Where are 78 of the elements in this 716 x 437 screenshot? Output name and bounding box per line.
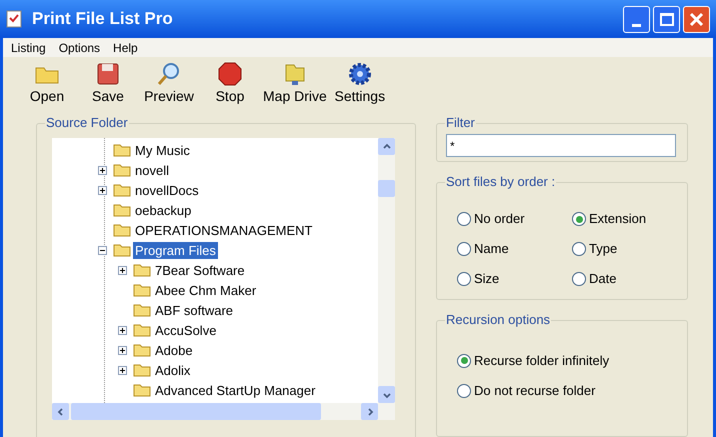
radio-label: Type [589,240,618,258]
expand-toggle[interactable] [118,266,127,274]
folder-icon [113,183,131,197]
expand-toggle[interactable] [98,166,107,174]
folder-icon [133,383,151,397]
folder-icon [133,263,151,277]
scroll-left-button[interactable] [52,403,69,420]
close-icon [689,12,704,26]
radio-button[interactable] [457,212,471,226]
folder-icon [113,203,131,217]
menu-item[interactable]: Listing [7,38,50,56]
group-label: Sort files by order : [445,174,556,190]
document-icon [6,10,22,28]
folder-icon [133,343,151,357]
folder-name[interactable]: novellDocs [133,182,201,198]
folder-name[interactable]: oebackup [133,202,194,218]
expand-toggle[interactable] [118,346,127,354]
menu-item[interactable]: Options [54,38,104,56]
toolbar-button[interactable]: Stop [198,61,262,105]
expand-toggle[interactable] [118,366,127,374]
radio-label: Name [474,240,509,258]
collapse-toggle[interactable] [98,246,107,254]
radio-button[interactable] [572,212,586,226]
radio-label: Size [474,270,500,288]
folder-name[interactable]: Abee Chm Maker [153,282,258,298]
radio-label: Recurse folder infinitely [474,352,610,370]
folder-name[interactable]: Adobe [153,342,195,358]
folder-icon [133,283,151,297]
radio-label: No order [474,210,525,228]
stop-sign-icon [217,61,243,87]
group-label: Recursion options [445,312,552,328]
toolbar-button[interactable]: Open [15,61,79,105]
gear-icon [346,61,373,87]
toolbar-button[interactable]: Preview [137,61,201,105]
scroll-right-button[interactable] [361,403,378,420]
scrollbar-thumb[interactable] [378,180,395,197]
filter-field[interactable]: * [446,134,676,157]
radio-button[interactable] [572,272,586,286]
folder-name[interactable]: OPERATIONSMANAGEMENT [133,222,314,238]
chevron-icon [382,142,392,152]
radio-button[interactable] [457,242,471,256]
folder-icon [133,323,151,337]
radio-button[interactable] [457,384,471,398]
folder-icon [113,143,131,157]
minimize-button[interactable] [623,6,650,32]
radio-button[interactable] [572,242,586,256]
folder-icon [133,363,151,377]
radio-label: Extension [589,210,646,228]
close-button[interactable] [683,6,710,32]
folder-name[interactable]: Adolix [153,362,192,378]
scroll-down-button[interactable] [378,386,395,403]
window-title: Print File List Pro [32,8,173,30]
folder-name[interactable]: novell [133,162,171,178]
folder-name[interactable]: My Music [133,142,192,158]
menu-item[interactable]: Help [109,38,142,56]
folder-name[interactable]: Advanced StartUp Manager [153,382,318,398]
maximize-icon [660,12,674,26]
expand-toggle[interactable] [98,186,107,194]
chevron-icon [56,406,66,416]
magnifier-icon [156,61,182,87]
expand-toggle[interactable] [118,326,127,334]
folder-icon [113,223,131,237]
radio-label: Date [589,270,616,288]
radio-button[interactable] [457,354,471,368]
scrollbar-thumb[interactable] [71,403,321,420]
toolbar-button[interactable]: Save [76,61,140,105]
folder-icon [133,303,151,317]
radio-button[interactable] [457,272,471,286]
folder-name[interactable]: Program Files [133,242,218,258]
radio-label: Do not recurse folder [474,382,596,400]
folder-name[interactable]: AccuSolve [153,322,218,338]
minimize-icon [632,24,641,26]
maximize-button[interactable] [653,6,680,32]
folder-icon [113,163,131,177]
folder-name[interactable]: ABF software [153,302,236,318]
scroll-up-button[interactable] [378,138,395,155]
folder-name[interactable]: 7Bear Software [153,262,247,278]
folder-icon [113,243,131,257]
